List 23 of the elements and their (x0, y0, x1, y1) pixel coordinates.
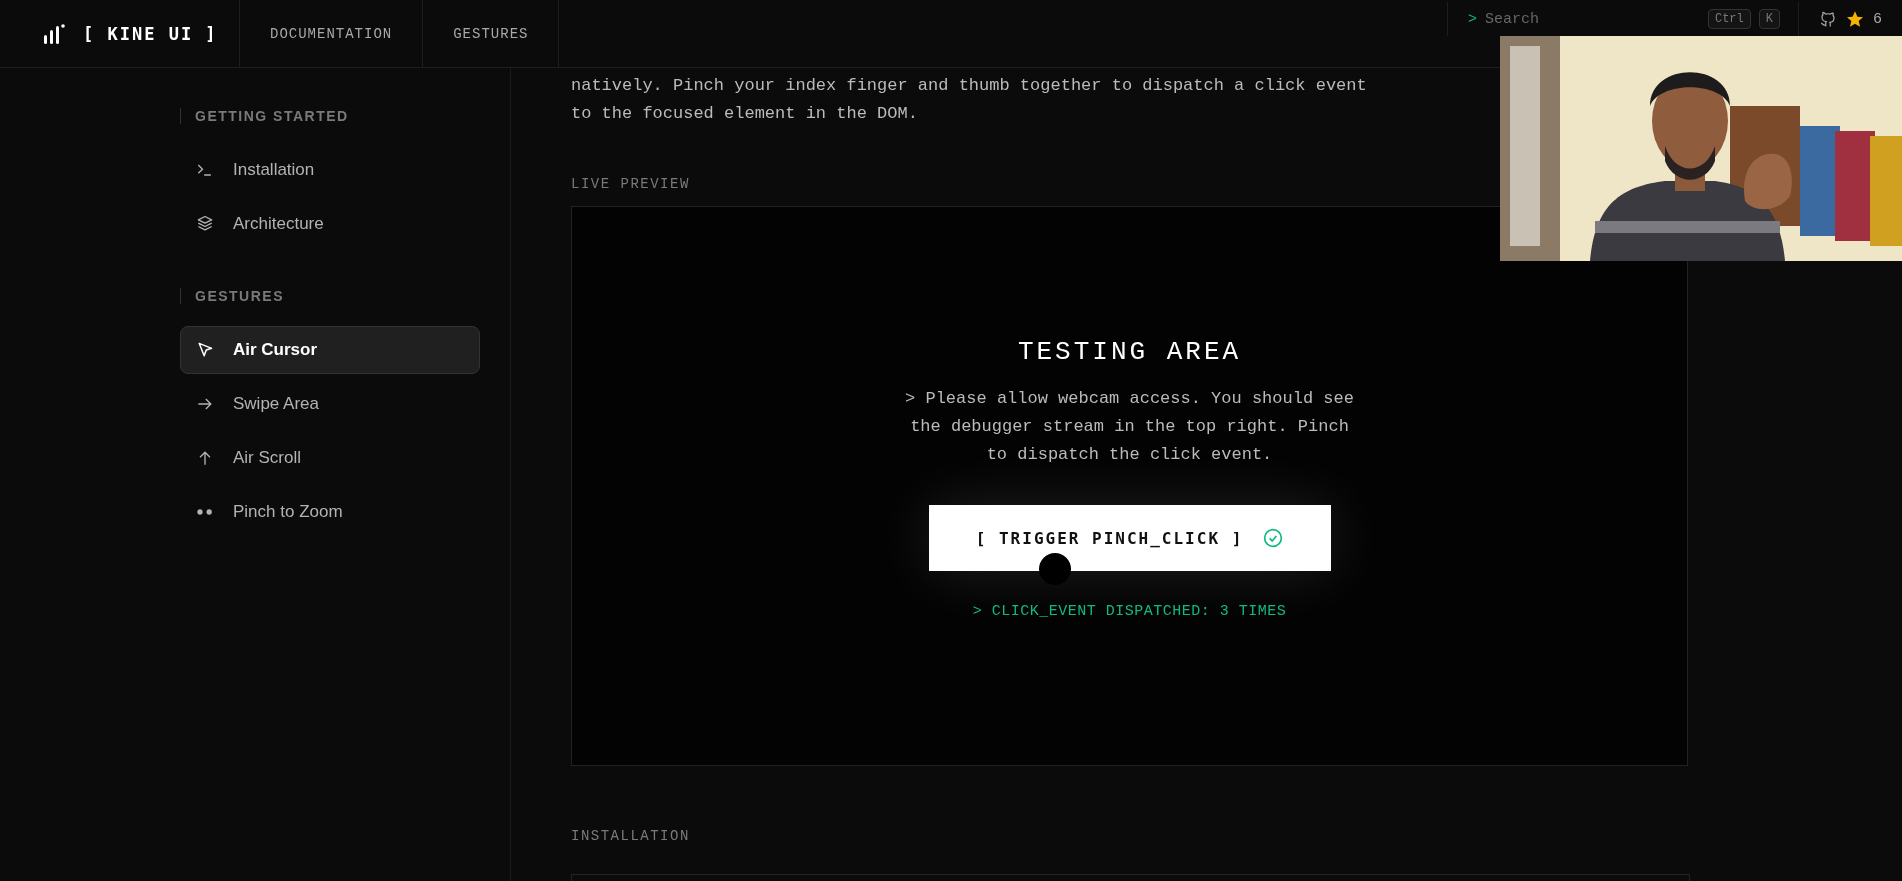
shortcut-key: Ctrl (1707, 9, 1751, 29)
section-label: INSTALLATION (571, 828, 691, 844)
instruction-text: > Please allow webcam access. You should see the debugger stream in the top right. Pinch to dispatch the click event. (904, 388, 1355, 466)
shortcut-key: K (1758, 9, 1780, 29)
star-count: 6 (1873, 10, 1882, 28)
sidebar-item[interactable]: Air Cursor (180, 326, 480, 374)
nav-link[interactable]: DOCUMENTATION (240, 0, 424, 67)
logo-icon (43, 22, 65, 45)
sidebar-item[interactable]: Architecture (180, 200, 480, 248)
sidebar-item[interactable]: Installation (180, 146, 480, 194)
github-icon[interactable] (1819, 10, 1837, 28)
star-icon (1847, 11, 1863, 27)
section-title: GESTURES (180, 288, 480, 304)
status-text: > CLICK_EVENT DISPATCHED: 3 TIMES (972, 603, 1287, 620)
section-label: LIVE PREVIEW (571, 176, 691, 192)
sidebar-item[interactable]: Pinch to Zoom (180, 488, 480, 536)
section-title: GETTING STARTED (180, 108, 480, 124)
nav-link[interactable]: GESTURES (423, 0, 560, 67)
intro-paragraph: natively. Pinch your index finger and thumb together to dispatch a click event to the focused element in the DOM. (571, 75, 1368, 125)
sidebar-item[interactable]: Swipe Area (180, 380, 480, 428)
logo-text: [ KINE UI ] (83, 23, 218, 44)
sidebar-item[interactable]: Air Scroll (180, 434, 480, 482)
testing-title: TESTING AREA (1017, 337, 1242, 367)
